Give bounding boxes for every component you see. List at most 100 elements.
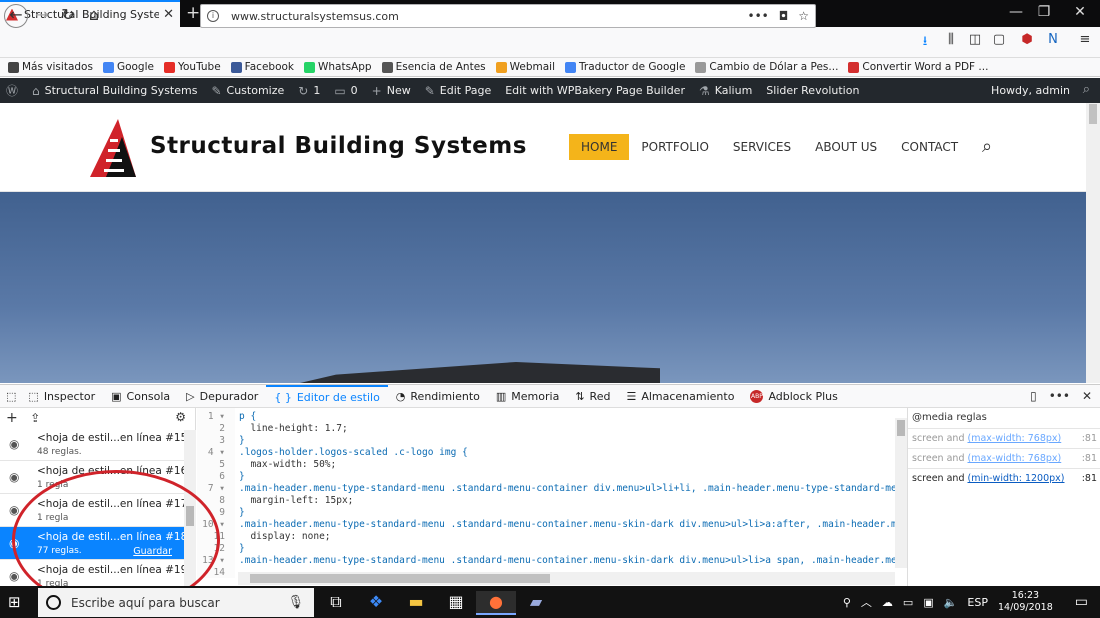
eye-visibility-icon[interactable]: ◉ — [9, 437, 19, 451]
settings-gear-icon[interactable]: ⚙ — [175, 410, 186, 424]
wp-admin-item[interactable]: ✎ Edit Page — [425, 84, 492, 98]
bookmark-item[interactable]: Facebook — [230, 61, 294, 73]
wp-admin-item[interactable]: Slider Revolution — [766, 84, 859, 97]
cloud-icon[interactable]: ☁ — [882, 596, 893, 609]
language-indicator[interactable]: ESP — [967, 596, 988, 609]
home-button[interactable]: ⌂ — [82, 4, 106, 28]
bookmark-item[interactable]: Más visitados — [8, 61, 93, 73]
eye-visibility-icon[interactable]: ◉ — [9, 503, 19, 517]
close-tab-icon[interactable]: ✕ — [163, 7, 174, 22]
dropbox-icon[interactable]: ❖ — [356, 591, 396, 615]
bookmark-star-icon[interactable]: ☆ — [798, 9, 809, 23]
code-line[interactable]: .main-header.menu-type-standard-menu .st… — [239, 519, 895, 530]
site-brand-name[interactable]: Structural Building Systems — [150, 133, 527, 159]
devtools-tab-red[interactable]: ⇅ Red — [567, 385, 618, 408]
save-stylesheet-link[interactable]: Guardar — [133, 546, 172, 557]
wp-admin-item[interactable]: ⌂ Structural Building Systems — [32, 84, 197, 98]
more-options-icon[interactable]: ••• — [1049, 389, 1070, 403]
wp-admin-item[interactable]: Edit with WPBakery Page Builder — [505, 84, 685, 97]
stylesheet-item[interactable]: ◉ <hoja de estil...en línea #18> 77 reglas… — [0, 527, 196, 560]
code-line[interactable]: .main-header.menu-type-standard-menu .st… — [239, 555, 895, 566]
code-line[interactable]: display: none; — [239, 531, 330, 542]
bookmark-item[interactable]: Traductor de Google — [565, 61, 685, 73]
task-view-icon[interactable]: ⧉ — [316, 591, 356, 615]
stylesheet-item[interactable]: ◉ <hoja de estil...en línea #16> 1 regla — [0, 461, 196, 494]
admin-search-icon[interactable]: ⌕ — [1083, 82, 1090, 97]
wp-admin-item[interactable]: Ⓦ — [6, 82, 18, 99]
media-rule-line[interactable]: :81 — [1082, 449, 1097, 468]
battery-icon[interactable]: ▭ — [903, 596, 913, 609]
bookmark-item[interactable]: YouTube — [163, 61, 221, 73]
extension-n-icon[interactable]: N — [1042, 32, 1064, 47]
code-line[interactable]: .logos-holder.logos-scaled .c-logo img { — [239, 447, 468, 458]
site-search-icon[interactable]: ⌕ — [982, 136, 992, 157]
wp-admin-item[interactable]: ⚗ Kalium — [699, 84, 752, 98]
new-tab-button[interactable]: + — [186, 3, 200, 23]
close-devtools-icon[interactable]: ✕ — [1082, 389, 1092, 403]
restore-button[interactable]: ❐ — [1030, 4, 1058, 20]
code-line[interactable]: } — [239, 507, 245, 518]
css-code-editor[interactable]: 1 ▾234 ▾567 ▾8910 ▾111213 ▾1415 p { line… — [197, 408, 895, 578]
clock[interactable]: 16:23 14/09/2018 — [998, 590, 1053, 614]
media-rule-row[interactable]: screen and (min-width: 1200px):81 — [908, 468, 1100, 488]
menu-item-about-us[interactable]: ABOUT US — [803, 134, 889, 160]
media-rule-line[interactable]: :81 — [1082, 429, 1097, 448]
eye-visibility-icon[interactable]: ◉ — [9, 536, 19, 550]
wp-admin-item[interactable]: ↻ 1 — [298, 84, 320, 98]
code-line[interactable]: margin-left: 15px; — [239, 495, 353, 506]
bookmark-item[interactable]: Google — [102, 61, 154, 73]
bookmark-item[interactable]: WhatsApp — [304, 61, 372, 73]
library-icon[interactable]: ⫼ — [940, 32, 962, 47]
downloads-icon[interactable]: ⭳ — [914, 32, 936, 54]
devtools-tab-editor-de-estilo[interactable]: { } Editor de estilo — [266, 384, 388, 408]
devtools-tab-inspector[interactable]: ⬚ Inspector — [20, 385, 103, 408]
code-line[interactable]: line-height: 1.7; — [239, 423, 347, 434]
tray-chevron-icon[interactable]: ︿ — [861, 594, 872, 610]
close-window-button[interactable]: ✕ — [1066, 4, 1094, 20]
menu-icon[interactable]: ≡ — [1074, 32, 1096, 47]
code-line[interactable]: } — [239, 435, 245, 446]
bookmark-item[interactable]: Convertir Word a PDF ... — [848, 61, 988, 73]
page-actions-icon[interactable]: ••• — [748, 9, 769, 23]
import-sheet-icon[interactable]: ⇪ — [30, 411, 40, 425]
people-icon[interactable]: ⚲ — [843, 596, 851, 609]
code-line[interactable]: } — [239, 543, 245, 554]
calculator-icon[interactable]: ▦ — [436, 591, 476, 615]
wp-admin-item[interactable]: ✎ Customize — [211, 84, 284, 98]
code-line[interactable]: p { — [239, 411, 256, 422]
eye-visibility-icon[interactable]: ◉ — [9, 569, 19, 583]
minimize-button[interactable]: — — [1002, 4, 1030, 20]
bookmark-item[interactable]: Esencia de Antes — [381, 61, 486, 73]
pocket-icon[interactable]: ◘ — [779, 9, 789, 23]
editor-vertical-scrollbar-thumb[interactable] — [897, 420, 905, 436]
media-rule-condition[interactable]: (max-width: 768px) — [968, 453, 1062, 464]
editor-horizontal-scrollbar-thumb[interactable] — [250, 574, 550, 583]
media-rule-line[interactable]: :81 — [1082, 469, 1097, 488]
menu-item-services[interactable]: SERVICES — [721, 134, 803, 160]
editor-vertical-scrollbar[interactable] — [895, 418, 907, 568]
windows-start-icon[interactable]: ⊞ — [8, 593, 28, 611]
network-icon[interactable]: ▣ — [923, 596, 933, 609]
microphone-icon[interactable]: 🎙 — [287, 595, 304, 610]
devtools-tab-adblock-plus[interactable]: ABP Adblock Plus — [742, 385, 845, 408]
menu-item-home[interactable]: HOME — [569, 134, 630, 160]
devtools-tab-consola[interactable]: ▣ Consola — [103, 385, 178, 408]
page-scrollbar-thumb[interactable] — [1089, 104, 1097, 124]
reload-button[interactable]: ↻ — [56, 4, 80, 28]
media-rule-condition[interactable]: (max-width: 768px) — [968, 433, 1062, 444]
screenshot-icon[interactable]: ▢ — [988, 32, 1010, 47]
bookmark-item[interactable]: Cambio de Dólar a Pes... — [695, 61, 838, 73]
info-icon[interactable]: i — [207, 10, 219, 22]
forward-button[interactable]: → — [30, 4, 54, 28]
firefox-icon[interactable]: ● — [476, 591, 516, 615]
app-window-icon[interactable]: ▰ — [516, 591, 556, 615]
stylesheet-item[interactable]: ◉ <hoja de estil...en línea #17> 1 regla — [0, 494, 196, 527]
devtools-tab-depurador[interactable]: ▷ Depurador — [178, 385, 266, 408]
media-rule-row[interactable]: screen and (max-width: 768px):81 — [908, 448, 1100, 468]
eye-visibility-icon[interactable]: ◉ — [9, 470, 19, 484]
sidebar-icon[interactable]: ◫ — [964, 32, 986, 47]
code-line[interactable]: } — [239, 471, 245, 482]
notifications-icon[interactable]: ▭ — [1075, 594, 1088, 610]
howdy-user[interactable]: Howdy, admin — [991, 84, 1070, 97]
dock-icon[interactable]: ▯ — [1030, 389, 1037, 403]
